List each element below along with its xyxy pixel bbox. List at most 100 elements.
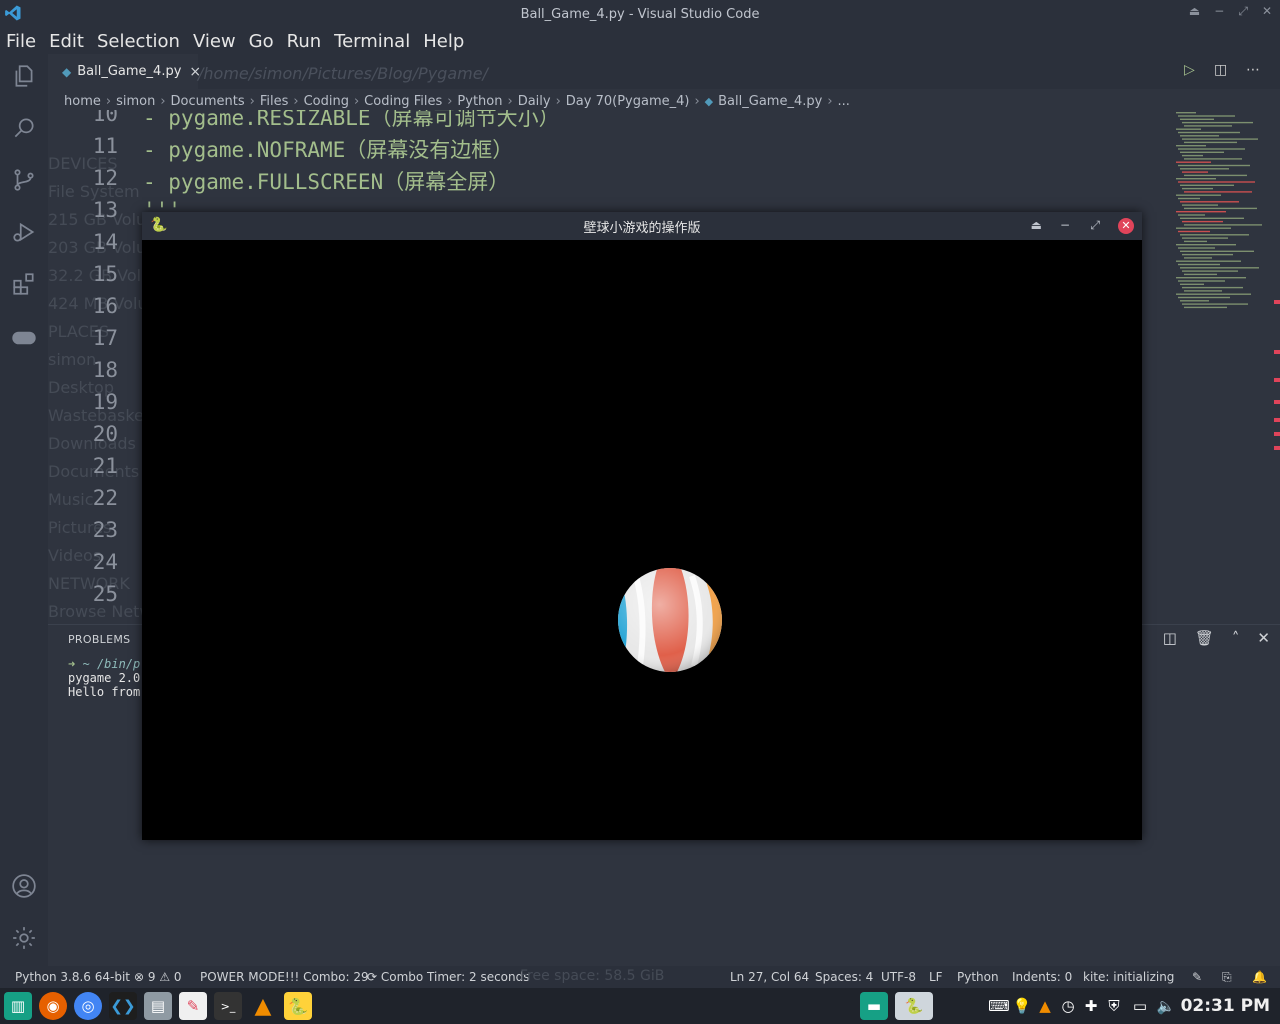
window-minimize-button[interactable]: − — [1214, 4, 1224, 19]
minimap-line — [1182, 220, 1223, 223]
volume-icon[interactable]: 🔈 — [1152, 992, 1180, 1020]
menu-terminal[interactable]: Terminal — [334, 31, 410, 52]
crumb-more[interactable]: ... — [838, 94, 850, 109]
line-number: 11 — [92, 134, 118, 158]
chevron-right-icon: › — [249, 93, 255, 109]
minimap-line — [1176, 260, 1241, 262]
pygame-taskbar-icon[interactable]: 🐍 — [284, 992, 312, 1020]
minimap-line — [1182, 171, 1208, 173]
chevron-right-icon: › — [447, 93, 453, 109]
activity-bar — [0, 54, 48, 966]
status-encoding[interactable]: UTF-8 — [881, 970, 916, 984]
menu-go[interactable]: Go — [249, 31, 274, 52]
status-language[interactable]: Python — [957, 970, 999, 984]
crumb-day70[interactable]: Day 70(Pygame_4) — [566, 94, 690, 109]
minimap-line — [1180, 135, 1219, 137]
crumb-daily[interactable]: Daily — [518, 94, 551, 109]
search-icon[interactable] — [10, 114, 38, 142]
account-icon[interactable] — [10, 872, 38, 900]
vlc-icon[interactable]: ▲ — [249, 992, 277, 1020]
crumb-simon[interactable]: simon — [116, 94, 155, 109]
pygame-maximize-button[interactable]: ⤢ — [1090, 218, 1100, 233]
file-manager-icon[interactable]: ▤ — [144, 992, 172, 1020]
run-file-icon[interactable]: ▷ — [1184, 62, 1195, 78]
gamepad-icon[interactable] — [10, 324, 38, 352]
window-titlebar: Ball_Game_4.py - Visual Studio Code ⏏ − … — [0, 0, 1280, 28]
minimap-line — [1184, 158, 1242, 160]
scrollbar-markers[interactable] — [1274, 110, 1280, 710]
crumb-file[interactable]: Ball_Game_4.py — [718, 94, 822, 109]
chevron-right-icon: › — [353, 93, 360, 109]
status-eol[interactable]: LF — [929, 970, 943, 984]
menu-edit[interactable]: Edit — [49, 31, 84, 52]
notifications-icon[interactable]: 🔔 — [1252, 970, 1267, 984]
tab-ball-game[interactable]: ◆ Ball_Game_4.py × — [48, 54, 201, 89]
window-maximize-button[interactable]: ⤢ — [1238, 4, 1248, 19]
pygame-eject-icon[interactable]: ⏏ — [1031, 218, 1042, 232]
crumb-python[interactable]: Python — [457, 94, 502, 109]
code-line[interactable]: - pygame.FULLSCREEN（屏幕全屏） — [143, 166, 509, 196]
window-eject-icon[interactable]: ⏏ — [1189, 4, 1200, 19]
menu-view[interactable]: View — [193, 31, 236, 52]
menu-help[interactable]: Help — [423, 31, 464, 52]
ghost-file-manager-path: /home/simon/Pictures/Blog/Pygame/ — [198, 64, 488, 83]
vscode-icon — [5, 5, 21, 21]
code-line[interactable]: - pygame.NOFRAME（屏幕没有边框） — [143, 134, 513, 164]
status-power-mode: POWER MODE!!! Combo: 29 — [200, 970, 369, 984]
status-problems[interactable]: ⊗ 9 ⚠ 0 — [134, 970, 182, 984]
text-editor-icon[interactable]: ✎ — [179, 992, 207, 1020]
taskbar-clock[interactable]: 02:31 PM — [1181, 996, 1270, 1016]
code-line[interactable]: - pygame.RESIZABLE（屏幕可调节大小） — [143, 110, 560, 132]
terminal-line: pygame 2.0 — [68, 671, 141, 685]
maximize-panel-icon[interactable]: ˄ — [1232, 629, 1240, 647]
chromium-icon[interactable]: ◎ — [74, 992, 102, 1020]
minimap-line — [1180, 217, 1244, 219]
status-python-interpreter[interactable]: Python 3.8.6 64-bit — [15, 970, 130, 984]
pygame-window[interactable]: 🐍 壁球小游戏的操作版 ⏏ − ⤢ ✕ — [142, 212, 1142, 840]
pygame-close-button[interactable]: ✕ — [1118, 218, 1134, 234]
minimap[interactable] — [1172, 110, 1272, 330]
run-debug-icon[interactable] — [10, 218, 38, 246]
terminal-output[interactable]: ➜ ~ /bin/p pygame 2.0 Hello from — [68, 657, 140, 699]
pygame-minimize-button[interactable]: − — [1060, 218, 1070, 232]
pygame-window-thumbnail[interactable]: 🐍 — [895, 992, 933, 1020]
settings-gear-icon[interactable] — [10, 924, 38, 952]
crumb-home[interactable]: home — [64, 94, 101, 109]
live-share-icon[interactable]: ⎘ — [1222, 970, 1232, 985]
menu-file[interactable]: File — [6, 31, 36, 52]
pygame-titlebar[interactable]: 🐍 壁球小游戏的操作版 ⏏ − ⤢ ✕ — [142, 212, 1142, 240]
status-cursor-position[interactable]: Ln 27, Col 64 — [730, 970, 809, 984]
status-indents[interactable]: Indents: 0 — [1012, 970, 1072, 984]
network-icon[interactable]: ▭ — [1126, 992, 1154, 1020]
menu-selection[interactable]: Selection — [97, 31, 180, 52]
minimap-line — [1184, 141, 1237, 144]
window-close-button[interactable]: ✕ — [1262, 4, 1272, 19]
firefox-icon[interactable]: ◉ — [39, 992, 67, 1020]
workspace-icon[interactable]: ▬ — [860, 992, 888, 1020]
close-panel-icon[interactable]: ✕ — [1257, 629, 1270, 647]
crumb-coding[interactable]: Coding — [304, 94, 349, 109]
shield-icon[interactable]: ⛨ — [1100, 992, 1128, 1020]
manjaro-menu-icon[interactable]: ▥ — [4, 992, 32, 1020]
beach-ball — [618, 568, 722, 672]
panel-tab-problems[interactable]: PROBLEMS — [68, 633, 130, 646]
split-terminal-icon[interactable]: ◫ — [1163, 629, 1177, 647]
crumb-documents[interactable]: Documents — [171, 94, 245, 109]
chevron-right-icon: › — [694, 93, 700, 109]
status-indentation[interactable]: Spaces: 4 — [815, 970, 873, 984]
crumb-files[interactable]: Files — [260, 94, 289, 109]
split-editor-icon[interactable]: ◫ — [1214, 62, 1227, 78]
source-control-icon[interactable] — [10, 166, 38, 194]
line-number: 18 — [92, 358, 118, 382]
trash-icon[interactable]: 🗑 — [1195, 629, 1214, 647]
extensions-icon[interactable] — [10, 270, 38, 298]
minimap-line — [1178, 214, 1205, 216]
feedback-icon[interactable]: ✎ — [1192, 970, 1202, 984]
crumb-coding-files[interactable]: Coding Files — [364, 94, 442, 109]
terminal-icon[interactable]: >_ — [214, 992, 242, 1020]
menu-run[interactable]: Run — [287, 31, 322, 52]
more-actions-icon[interactable]: ⋯ — [1246, 62, 1260, 78]
vscode-taskbar-icon[interactable]: ❮❯ — [109, 992, 137, 1020]
status-kite[interactable]: kite: initializing — [1083, 970, 1174, 984]
explorer-icon[interactable] — [10, 62, 38, 90]
